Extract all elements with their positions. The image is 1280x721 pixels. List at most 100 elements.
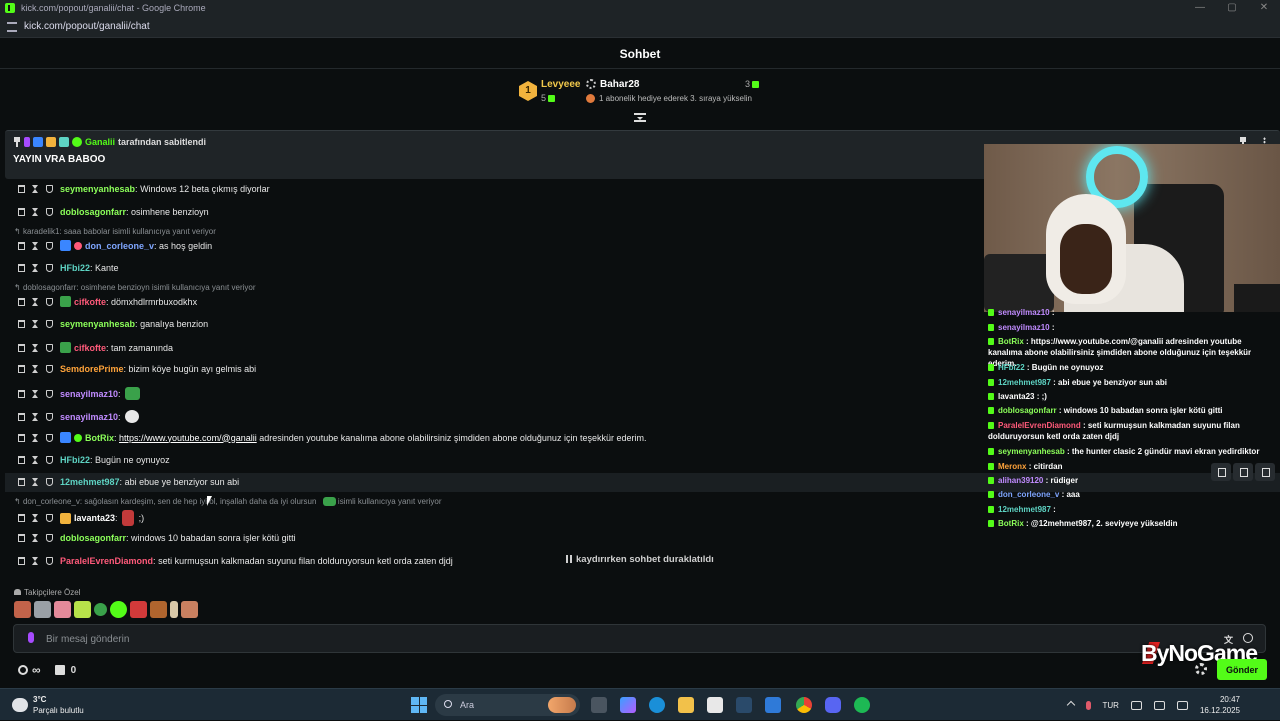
ban-icon[interactable]	[46, 390, 53, 398]
timeout-icon[interactable]	[32, 344, 39, 352]
ban-icon[interactable]	[46, 365, 53, 373]
chat-message[interactable]: senayilmaz10:	[18, 387, 140, 400]
timeout-icon[interactable]	[32, 185, 39, 193]
clock[interactable]: 20:4716.12.2025	[1200, 694, 1240, 716]
weather-widget[interactable]: 3°CParçalı bulutlu	[12, 694, 84, 716]
delete-icon[interactable]	[18, 344, 25, 352]
timeout-icon[interactable]	[32, 413, 39, 421]
task-view-icon[interactable]	[591, 697, 607, 713]
chat-message[interactable]: HFbi22: Kante	[18, 263, 119, 273]
delete-icon[interactable]	[18, 534, 25, 542]
emote-10[interactable]	[181, 601, 198, 618]
chat-username[interactable]: ParalelEvrenDiamond	[60, 556, 153, 566]
ban-icon[interactable]	[46, 557, 53, 565]
gift-box-display[interactable]: 0	[55, 665, 77, 676]
mail-icon[interactable]	[765, 697, 781, 713]
chat-username[interactable]: senayilmaz10	[60, 389, 118, 399]
minimize-button[interactable]: —	[1184, 0, 1216, 16]
delete-icon[interactable]	[18, 478, 25, 486]
message-input[interactable]	[46, 631, 1146, 647]
chat-paused-notice[interactable]: kaydırırken sohbet duraklatıldı	[566, 554, 714, 565]
battery-icon[interactable]	[1177, 701, 1188, 710]
copilot-icon[interactable]	[620, 697, 636, 713]
chat-list[interactable]: seymenyanhesab: Windows 12 beta çıkmış d…	[0, 180, 985, 585]
emote-4[interactable]	[74, 601, 91, 618]
ban-icon[interactable]	[46, 434, 53, 442]
delete-message-icon[interactable]	[1255, 463, 1275, 481]
timeout-icon[interactable]	[32, 365, 39, 373]
chat-message[interactable]: doblosagonfarr: osimhene benzioyn	[18, 207, 209, 217]
site-settings-icon[interactable]	[7, 22, 17, 32]
emote-6[interactable]	[110, 601, 127, 618]
timeout-icon[interactable]	[32, 298, 39, 306]
chat-settings-icon[interactable]	[1195, 663, 1207, 675]
chat-message[interactable]: seymenyanhesab: Windows 12 beta çıkmış d…	[18, 184, 270, 194]
ban-icon[interactable]	[46, 208, 53, 216]
chat-username[interactable]: doblosagonfarr	[60, 533, 126, 543]
delete-icon[interactable]	[18, 298, 25, 306]
ban-icon[interactable]	[46, 413, 53, 421]
emote-5[interactable]	[94, 603, 107, 616]
ban-icon[interactable]	[46, 514, 53, 522]
chat-username[interactable]: doblosagonfarr	[60, 207, 126, 217]
chat-username[interactable]: HFbi22	[60, 455, 90, 465]
youtube-link[interactable]: https://www.youtube.com/@ganalii	[119, 433, 257, 443]
chat-username[interactable]: 12mehmet987	[60, 477, 120, 487]
delete-icon[interactable]	[18, 242, 25, 250]
chat-username[interactable]: SemdorePrime	[60, 364, 124, 374]
emote-8[interactable]	[150, 601, 167, 618]
delete-icon[interactable]	[18, 434, 25, 442]
chat-username[interactable]: lavanta23	[74, 513, 115, 523]
discord-icon[interactable]	[825, 697, 841, 713]
chat-username[interactable]: seymenyanhesab	[60, 184, 135, 194]
timeout-icon[interactable]	[32, 456, 39, 464]
ban-icon[interactable]	[46, 478, 53, 486]
delete-icon[interactable]	[18, 185, 25, 193]
delete-icon[interactable]	[18, 264, 25, 272]
emote-3[interactable]	[54, 601, 71, 618]
chat-message[interactable]: cifkofte: tam zamanında	[18, 342, 173, 353]
pin-message-icon[interactable]	[1233, 463, 1253, 481]
points-display[interactable]: ∞	[18, 663, 41, 677]
delete-icon[interactable]	[18, 390, 25, 398]
chat-username[interactable]: don_corleone_v	[85, 241, 154, 251]
message-input-box[interactable]: 文	[13, 624, 1266, 653]
chat-message[interactable]: seymenyanhesab: ganalıya benzion	[18, 319, 208, 329]
timeout-icon[interactable]	[32, 534, 39, 542]
chat-message[interactable]: SemdorePrime: bizim köye bugün ayı gelmi…	[18, 364, 256, 374]
chat-username[interactable]: seymenyanhesab	[60, 319, 135, 329]
delete-icon[interactable]	[18, 365, 25, 373]
ban-icon[interactable]	[46, 242, 53, 250]
taskbar-search[interactable]: Ara	[435, 694, 580, 716]
volume-icon[interactable]	[1154, 701, 1165, 710]
chat-message[interactable]: ParalelEvrenDiamond: seti kurmuşsun kalk…	[18, 556, 453, 566]
chat-message[interactable]: HFbi22: Bugün ne oynuyoz	[18, 455, 170, 465]
reply-context[interactable]: ↰ karadelik1: saaa babolar isimli kullan…	[14, 227, 216, 236]
chat-username[interactable]: cifkofte	[74, 297, 106, 307]
pinned-author[interactable]: Ganalii	[85, 137, 115, 147]
leader-second-name[interactable]: Bahar28	[600, 79, 639, 90]
delete-icon[interactable]	[18, 320, 25, 328]
ban-icon[interactable]	[46, 456, 53, 464]
emote-1[interactable]	[14, 601, 31, 618]
delete-icon[interactable]	[18, 456, 25, 464]
microphone-icon[interactable]	[28, 632, 34, 643]
chat-message[interactable]: lavanta23: ;)	[18, 510, 144, 526]
microphone-tray-icon[interactable]	[1086, 701, 1091, 710]
emote-2[interactable]	[34, 601, 51, 618]
delete-icon[interactable]	[18, 557, 25, 565]
chat-username[interactable]: senayilmaz10	[60, 412, 118, 422]
timeout-icon[interactable]	[32, 478, 39, 486]
chat-message[interactable]: BotRix: https://www.youtube.com/@ganalii…	[18, 432, 646, 443]
chat-message[interactable]: don_corleone_v: as hoş geldin	[18, 240, 212, 251]
spotify-icon[interactable]	[854, 697, 870, 713]
ban-icon[interactable]	[46, 344, 53, 352]
network-icon[interactable]	[1131, 701, 1142, 710]
close-button[interactable]: ✕	[1248, 0, 1280, 16]
emote-7[interactable]	[130, 601, 147, 618]
address-bar[interactable]: kick.com/popout/ganalii/chat	[0, 16, 1280, 38]
chat-message[interactable]: doblosagonfarr: windows 10 babadan sonra…	[18, 533, 296, 543]
timeout-icon[interactable]	[32, 390, 39, 398]
windows-start-icon[interactable]	[411, 697, 427, 713]
timeout-icon[interactable]	[32, 242, 39, 250]
